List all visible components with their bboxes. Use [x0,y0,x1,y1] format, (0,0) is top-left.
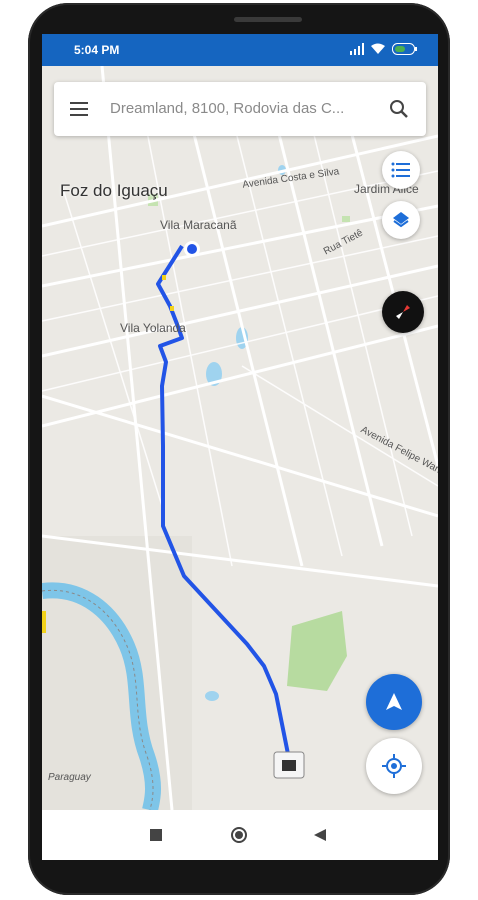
home-icon[interactable] [230,826,248,844]
status-bar: 5:04 PM [42,34,438,66]
city-label: Foz do Iguaçu [60,181,168,200]
compass-icon [396,305,410,319]
search-icon[interactable] [386,96,412,122]
route-list-button[interactable] [382,151,420,189]
status-time: 5:04 PM [74,43,120,57]
search-bar[interactable]: Dreamland, 8100, Rodovia das C... [54,82,426,136]
status-icons [350,43,418,55]
signal-icon [350,43,364,55]
screen: 5:04 PM Foz do Iguaçu Vila Maracanã Vila… [42,34,438,860]
menu-icon[interactable] [70,99,92,119]
search-query[interactable]: Dreamland, 8100, Rodovia das C... [110,100,344,117]
place-label-vila-yolanda: Vila Yolanda [120,321,186,335]
back-icon[interactable] [314,829,326,841]
battery-icon [392,43,417,55]
layers-button[interactable] [382,201,420,239]
wifi-icon [371,43,385,54]
layers-icon [393,212,409,228]
navigation-arrow-icon [386,693,402,710]
recent-apps-icon[interactable] [150,829,162,841]
list-icon [391,162,410,178]
compass-button[interactable] [382,291,424,333]
river-label: Paraguay [48,772,91,783]
my-location-button[interactable] [366,738,422,794]
place-label-vila-maracana: Vila Maracanã [160,218,237,232]
navigate-button[interactable] [366,674,422,730]
my-location-icon [382,754,406,778]
system-nav-bar [42,810,438,860]
speaker-grille [234,17,302,22]
